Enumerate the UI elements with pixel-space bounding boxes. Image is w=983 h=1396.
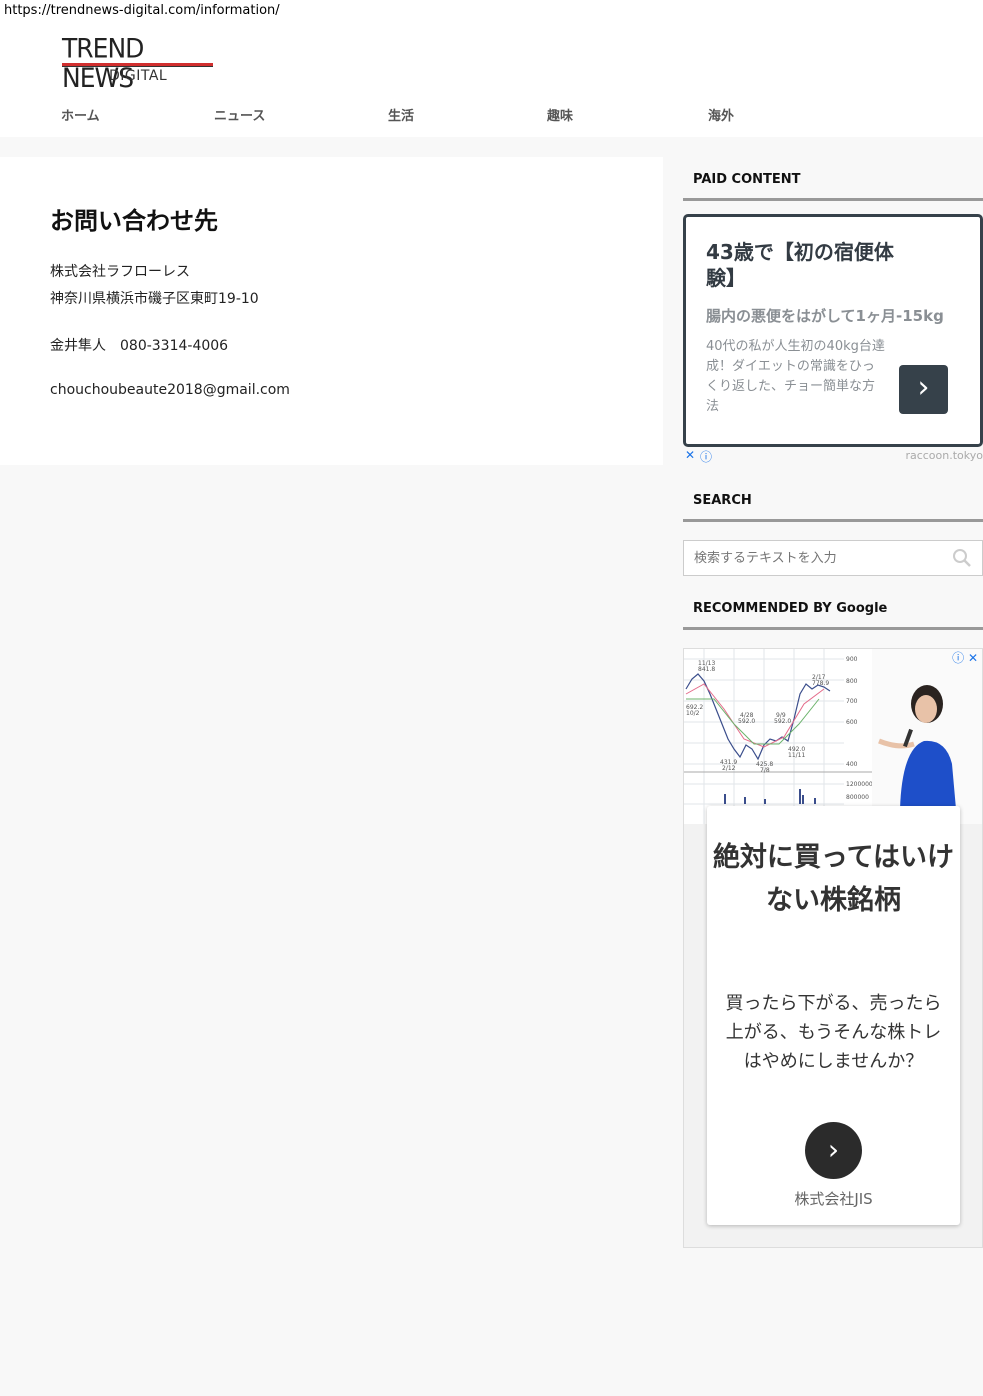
chart-label: 10/2 — [686, 710, 700, 717]
close-icon[interactable]: ✕ — [685, 448, 695, 462]
chart-label: 400 — [846, 761, 858, 768]
recommended-ad-description[interactable]: 買ったら下がる、売ったら上がる、もうそんな株トレはやめにしませんか？ — [719, 989, 948, 1076]
ad-headline[interactable]: 43歳で【初の宿便体験】 — [706, 239, 906, 291]
chart-label: 600 — [846, 719, 858, 726]
recommended-ad-card[interactable]: 絶対に買ってはいけない株銘柄 買ったら下がる、売ったら上がる、もうそんな株トレは… — [707, 806, 960, 1225]
site-logo[interactable]: TREND NEWS DIGITAL — [62, 34, 214, 93]
info-icon[interactable]: ⓘ — [700, 448, 712, 465]
contact-person-phone: 金井隼人 080-3314-4006 — [50, 338, 229, 354]
site-header: TREND NEWS DIGITAL ホーム ニュース 生活 趣味 海外 — [0, 0, 983, 137]
ad-choices-icon[interactable]: ⓘ ✕ — [952, 649, 978, 666]
main-content: お問い合わせ先 株式会社ラフローレス 神奈川県横浜市磯子区東町19-10 金井隼… — [0, 157, 663, 465]
company-name: 株式会社ラフローレス — [50, 264, 190, 280]
recommended-ad-headline[interactable]: 絶対に買ってはいけない株銘柄 — [707, 836, 960, 922]
search-title: SEARCH — [683, 489, 983, 522]
nav-item-news[interactable]: ニュース — [214, 105, 265, 124]
chart-label: 700 — [846, 698, 858, 705]
recommended-title: RECOMMENDED BY Google — [683, 597, 983, 630]
ad-subhead[interactable]: 腸内の悪便をはがして1ヶ月-15kg — [706, 305, 944, 326]
paid-ad-card[interactable]: 43歳で【初の宿便体験】 腸内の悪便をはがして1ヶ月-15kg 40代の私が人生… — [683, 214, 983, 447]
nav-item-hobby[interactable]: 趣味 — [547, 105, 573, 124]
chart-label: 7/8 — [760, 767, 770, 774]
chart-label: 2/12 — [722, 765, 736, 772]
chart-label: 800000 — [846, 794, 869, 801]
ad-source[interactable]: raccoon.tokyo — [905, 449, 983, 462]
url-text: https://trendnews-digital.com/informatio… — [4, 3, 280, 18]
recommended-ad-advertiser[interactable]: 株式会社JIS — [707, 1188, 960, 1209]
contact-email[interactable]: chouchoubeaute2018@gmail.com — [50, 382, 290, 398]
ad-description[interactable]: 40代の私が人生初の40kg台達成！ダイエットの常識をひっくり返した、チョー簡単… — [706, 337, 886, 417]
stock-chart-image[interactable]: 11/13 841.8 692.2 10/2 431.9 2/12 425.8 … — [684, 649, 983, 824]
chart-label: 841.8 — [698, 666, 715, 673]
chart-label: 11/11 — [788, 752, 805, 759]
chart-label: 592.0 — [774, 718, 791, 725]
recommended-ad[interactable]: 11/13 841.8 692.2 10/2 431.9 2/12 425.8 … — [683, 648, 983, 1248]
ad-footer: ✕ ⓘ raccoon.tokyo — [683, 448, 983, 465]
paid-content-title: PAID CONTENT — [683, 168, 983, 201]
main-nav: ホーム ニュース 生活 趣味 海外 — [0, 105, 983, 129]
search-icon[interactable] — [952, 548, 972, 568]
search-box — [683, 540, 983, 576]
chart-label: 800 — [846, 678, 858, 685]
chart-label: 900 — [846, 656, 858, 663]
chart-label: 592.0 — [738, 718, 755, 725]
logo-line2: DIGITAL — [109, 68, 168, 84]
chevron-right-icon[interactable]: › — [899, 365, 948, 414]
chevron-right-icon[interactable]: › — [805, 1122, 862, 1179]
logo-underline — [62, 63, 213, 67]
search-input[interactable] — [684, 541, 944, 575]
company-address: 神奈川県横浜市磯子区東町19-10 — [50, 291, 259, 307]
chart-label: 1200000 — [846, 781, 873, 788]
nav-item-life[interactable]: 生活 — [388, 105, 414, 124]
nav-item-home[interactable]: ホーム — [61, 105, 100, 124]
nav-item-overseas[interactable]: 海外 — [708, 105, 734, 124]
chart-label: 778.9 — [812, 680, 829, 687]
page-title: お問い合わせ先 — [50, 207, 218, 235]
